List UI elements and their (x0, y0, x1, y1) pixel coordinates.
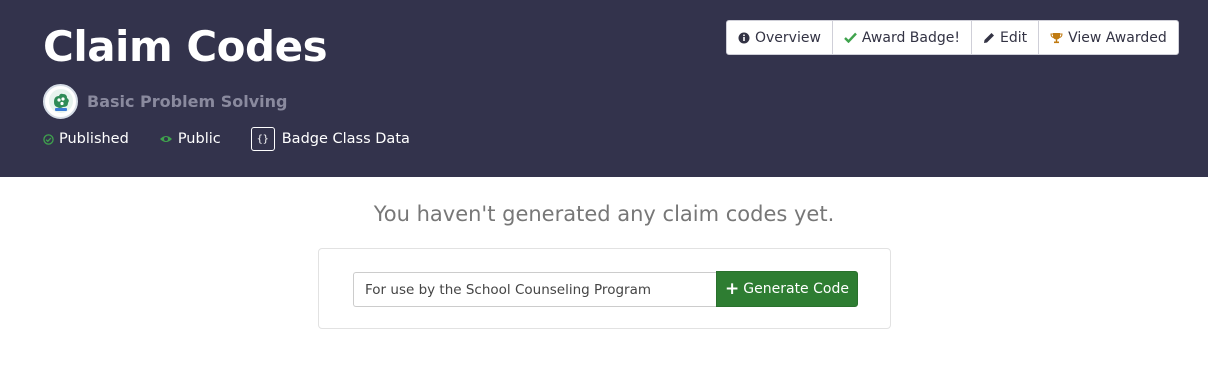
edit-label: Edit (1000, 29, 1028, 46)
pencil-icon (983, 32, 995, 44)
check-circle-icon (43, 133, 54, 145)
page-title: Claim Codes (43, 22, 328, 71)
published-status: Published (43, 131, 129, 147)
award-badge-button[interactable]: Award Badge! (831, 20, 972, 55)
generate-code-label: Generate Code (743, 281, 849, 297)
public-status: Public (159, 131, 221, 147)
view-awarded-button[interactable]: View Awarded (1038, 20, 1179, 55)
published-label: Published (59, 131, 129, 147)
badge-class-data-label: Badge Class Data (281, 131, 410, 147)
check-icon (844, 32, 857, 43)
badge-info: Basic Problem Solving (43, 83, 287, 119)
overview-button[interactable]: Overview (726, 20, 833, 55)
eye-icon (159, 134, 173, 144)
json-icon: {} (250, 127, 275, 151)
badge-class-data-link[interactable]: {} Badge Class Data (250, 127, 410, 151)
award-badge-label: Award Badge! (861, 29, 960, 46)
badge-image-icon (43, 83, 78, 119)
claim-code-description-input[interactable] (353, 272, 717, 307)
overview-label: Overview (755, 29, 821, 46)
page-header: Claim Codes Basic Problem Solving Publis… (0, 0, 1208, 177)
edit-button[interactable]: Edit (971, 20, 1040, 55)
generate-code-panel: + Generate Code (318, 248, 891, 329)
trophy-icon (1050, 32, 1063, 44)
plus-icon: + (725, 278, 740, 299)
public-label: Public (177, 131, 221, 147)
info-circle-icon (738, 32, 750, 44)
badge-meta: Published Public {} Badge Class Data (43, 126, 410, 152)
badge-name-link[interactable]: Basic Problem Solving (87, 92, 287, 111)
view-awarded-label: View Awarded (1068, 29, 1167, 46)
generate-code-button[interactable]: + Generate Code (716, 271, 858, 307)
header-actions: Overview Award Badge! Edit View Awarded (726, 20, 1179, 55)
empty-state-message: You haven't generated any claim codes ye… (373, 202, 835, 226)
